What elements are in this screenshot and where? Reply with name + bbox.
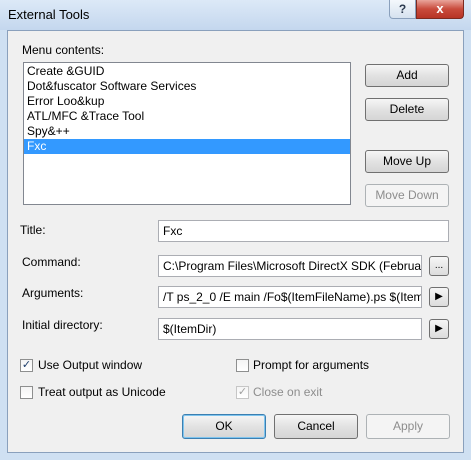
title-label: Title: — [20, 223, 46, 237]
close-on-exit-checkbox[interactable]: ✓ — [236, 386, 249, 399]
arguments-label: Arguments: — [22, 286, 84, 300]
prompt-for-arguments-checkbox[interactable] — [236, 359, 249, 372]
initial-directory-menu-button[interactable]: ▶ — [429, 319, 449, 339]
help-button[interactable]: ? — [389, 0, 416, 19]
move-down-button[interactable]: Move Down — [365, 184, 449, 207]
arguments-input[interactable]: /T ps_2_0 /E main /Fo$(ItemFileName).ps … — [158, 286, 422, 308]
list-item[interactable]: Create &GUID — [24, 64, 350, 79]
prompt-for-arguments-label[interactable]: Prompt for arguments — [253, 358, 369, 372]
command-input[interactable]: C:\Program Files\Microsoft DirectX SDK (… — [158, 255, 422, 277]
title-bar[interactable]: External Tools ? x — [0, 0, 471, 30]
list-item-selected[interactable]: Fxc — [24, 139, 350, 154]
add-button[interactable]: Add — [365, 64, 449, 87]
list-item[interactable]: Spy&++ — [24, 124, 350, 139]
list-item[interactable]: Error Loo&kup — [24, 94, 350, 109]
use-output-window-checkbox[interactable]: ✓ — [20, 359, 33, 372]
menu-contents-list[interactable]: Create &GUID Dot&fuscator Software Servi… — [23, 62, 351, 205]
arguments-menu-button[interactable]: ▶ — [429, 287, 449, 307]
close-button[interactable]: x — [416, 0, 464, 19]
initial-directory-input[interactable]: $(ItemDir) — [158, 318, 422, 340]
list-item[interactable]: ATL/MFC &Trace Tool — [24, 109, 350, 124]
initial-directory-label: Initial directory: — [22, 318, 103, 332]
dialog-body: Menu contents: Create &GUID Dot&fuscator… — [7, 30, 464, 453]
menu-contents-label: Menu contents: — [22, 43, 105, 57]
list-item[interactable]: Dot&fuscator Software Services — [24, 79, 350, 94]
cancel-button[interactable]: Cancel — [274, 414, 358, 439]
treat-output-unicode-checkbox[interactable] — [20, 386, 33, 399]
treat-output-unicode-label[interactable]: Treat output as Unicode — [38, 385, 166, 399]
ok-button[interactable]: OK — [182, 414, 266, 439]
title-input[interactable]: Fxc — [158, 220, 449, 242]
command-label: Command: — [22, 255, 81, 269]
apply-button[interactable]: Apply — [366, 414, 450, 439]
browse-button[interactable]: ... — [429, 256, 449, 276]
use-output-window-label[interactable]: Use Output window — [38, 358, 142, 372]
window-title: External Tools — [8, 7, 90, 22]
delete-button[interactable]: Delete — [365, 98, 449, 121]
move-up-button[interactable]: Move Up — [365, 150, 449, 173]
close-on-exit-label[interactable]: Close on exit — [253, 385, 322, 399]
